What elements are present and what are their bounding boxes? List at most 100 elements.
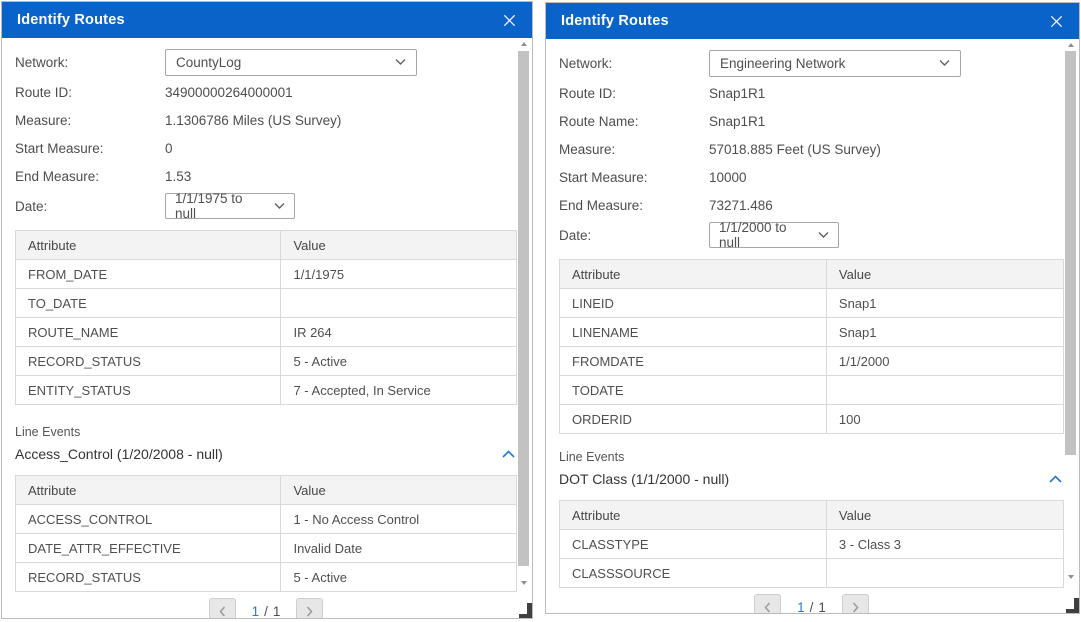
- field-label: Network:: [15, 55, 165, 70]
- next-page-button[interactable]: [296, 598, 323, 618]
- field-label: Measure:: [559, 142, 709, 157]
- field-row-measure: Measure: 1.1306786 Miles (US Survey): [15, 106, 517, 134]
- field-value: 10000: [709, 170, 747, 185]
- table-row: ACCESS_CONTROL1 - No Access Control: [16, 505, 517, 534]
- resize-grip[interactable]: [519, 603, 532, 618]
- identify-routes-panel-left: Identify Routes Network: CountyLog Route…: [1, 1, 533, 619]
- table-row: DATE_ATTR_EFFECTIVEInvalid Date: [16, 534, 517, 563]
- resize-grip[interactable]: [1066, 598, 1079, 613]
- line-events-section-title: DOT Class (1/1/2000 - null): [559, 471, 729, 487]
- table-row: LINENAMESnap1: [560, 318, 1064, 347]
- field-value: 73271.486: [709, 198, 773, 213]
- page-separator: /: [264, 604, 268, 619]
- table-row: FROMDATE1/1/2000: [560, 347, 1064, 376]
- chevron-right-icon: [852, 602, 859, 613]
- value-cell: 1 - No Access Control: [281, 505, 517, 534]
- field-label: Date:: [559, 228, 709, 243]
- network-select-value: CountyLog: [176, 55, 241, 70]
- attribute-cell: ENTITY_STATUS: [16, 376, 281, 405]
- scroll-up-icon[interactable]: [1068, 43, 1074, 47]
- close-icon[interactable]: [502, 13, 517, 28]
- table-row: CLASSSOURCE: [560, 559, 1064, 588]
- line-events-table: Attribute Value ACCESS_CONTROL1 - No Acc…: [15, 475, 517, 592]
- value-cell: 1/1/2000: [826, 347, 1063, 376]
- table-row: TO_DATE: [16, 289, 517, 318]
- page-separator: /: [810, 600, 814, 614]
- attribute-column-header: Attribute: [560, 260, 827, 289]
- field-value: 0: [165, 141, 173, 156]
- scroll-up-icon[interactable]: [521, 42, 527, 46]
- field-row-route-id: Route ID: 34900000264000001: [15, 78, 517, 106]
- chevron-left-icon: [219, 606, 226, 617]
- network-select[interactable]: Engineering Network: [709, 50, 961, 77]
- total-pages: 1: [273, 604, 281, 619]
- value-cell: [826, 376, 1063, 405]
- close-icon[interactable]: [1049, 14, 1064, 29]
- vertical-scrollbar[interactable]: [1064, 42, 1077, 580]
- field-label: Measure:: [15, 113, 165, 128]
- attribute-cell: LINENAME: [560, 318, 827, 347]
- attribute-cell: RECORD_STATUS: [16, 347, 281, 376]
- attribute-column-header: Attribute: [16, 231, 281, 260]
- table-row: ENTITY_STATUS7 - Accepted, In Service: [16, 376, 517, 405]
- table-row: RECORD_STATUS5 - Active: [16, 347, 517, 376]
- field-value: 1.53: [165, 169, 191, 184]
- value-cell: 1/1/1975: [281, 260, 517, 289]
- current-page: 1: [252, 604, 260, 619]
- date-select[interactable]: 1/1/2000 to null: [709, 222, 839, 248]
- vertical-scrollbar[interactable]: [517, 41, 530, 586]
- attribute-cell: DATE_ATTR_EFFECTIVE: [16, 534, 281, 563]
- value-column-header: Value: [826, 260, 1063, 289]
- attribute-table: Attribute Value LINEIDSnap1 LINENAMESnap…: [559, 259, 1064, 434]
- panel-title: Identify Routes: [561, 13, 669, 29]
- table-row: LINEIDSnap1: [560, 289, 1064, 318]
- scrollbar-thumb[interactable]: [518, 51, 529, 566]
- collapse-chevron-up-icon[interactable]: [500, 448, 517, 460]
- table-row: FROM_DATE1/1/1975: [16, 260, 517, 289]
- prev-page-button[interactable]: [754, 594, 781, 613]
- field-label: Route ID:: [15, 85, 165, 100]
- panel-header: Identify Routes: [2, 2, 532, 38]
- scroll-down-icon[interactable]: [521, 581, 527, 585]
- collapse-chevron-up-icon[interactable]: [1047, 473, 1064, 485]
- prev-page-button[interactable]: [209, 598, 236, 618]
- value-cell: Snap1: [826, 318, 1063, 347]
- line-events-label: Line Events: [559, 450, 1064, 464]
- field-value: 1.1306786 Miles (US Survey): [165, 113, 341, 128]
- attribute-cell: FROM_DATE: [16, 260, 281, 289]
- value-cell: Invalid Date: [281, 534, 517, 563]
- line-events-label: Line Events: [15, 425, 517, 439]
- value-cell: 5 - Active: [281, 347, 517, 376]
- pagination: 1 / 1: [15, 598, 517, 618]
- attribute-cell: ACCESS_CONTROL: [16, 505, 281, 534]
- field-row-end-measure: End Measure: 1.53: [15, 162, 517, 190]
- scrollbar-thumb[interactable]: [1065, 51, 1076, 455]
- page-indicator: 1 / 1: [797, 600, 826, 614]
- chevron-down-icon: [395, 59, 406, 65]
- scroll-down-icon[interactable]: [1068, 575, 1074, 579]
- field-label: End Measure:: [15, 169, 165, 184]
- value-cell: 7 - Accepted, In Service: [281, 376, 517, 405]
- attribute-cell: TODATE: [560, 376, 827, 405]
- value-cell: 3 - Class 3: [826, 530, 1063, 559]
- field-row-route-name: Route Name: Snap1R1: [559, 107, 1064, 135]
- panel-content: Network: CountyLog Route ID: 34900000264…: [2, 38, 532, 618]
- table-row: ROUTE_NAMEIR 264: [16, 318, 517, 347]
- field-row-network: Network: Engineering Network: [559, 47, 1064, 79]
- field-row-start-measure: Start Measure: 10000: [559, 163, 1064, 191]
- line-events-section-title: Access_Control (1/20/2008 - null): [15, 446, 223, 462]
- chevron-down-icon: [939, 60, 950, 66]
- value-cell: 100: [826, 405, 1063, 434]
- value-cell: IR 264: [281, 318, 517, 347]
- line-events-section-header: DOT Class (1/1/2000 - null): [559, 466, 1064, 492]
- field-label: Start Measure:: [15, 141, 165, 156]
- next-page-button[interactable]: [842, 594, 869, 613]
- date-select[interactable]: 1/1/1975 to null: [165, 193, 295, 219]
- network-select[interactable]: CountyLog: [165, 49, 417, 76]
- attribute-column-header: Attribute: [16, 476, 281, 505]
- field-value: Snap1R1: [709, 86, 765, 101]
- attribute-cell: CLASSSOURCE: [560, 559, 827, 588]
- table-header-row: Attribute Value: [560, 501, 1064, 530]
- total-pages: 1: [818, 600, 826, 614]
- panel-title: Identify Routes: [17, 12, 125, 28]
